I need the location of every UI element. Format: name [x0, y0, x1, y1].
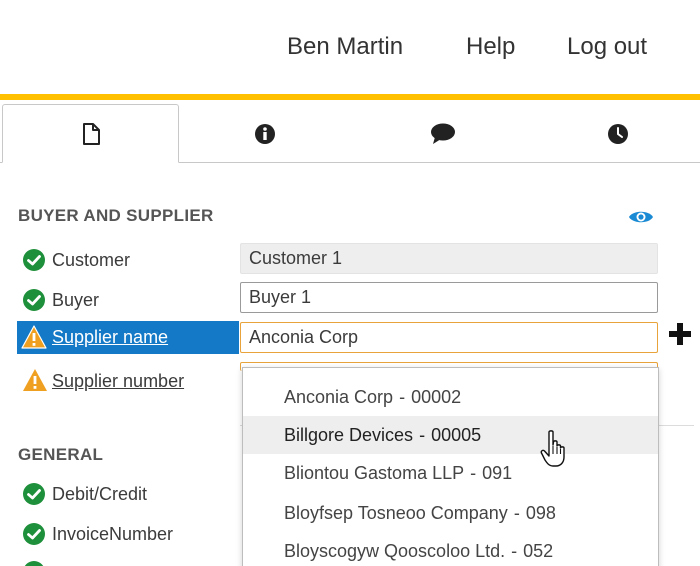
option-separator: -: [470, 463, 477, 483]
help-link[interactable]: Help: [466, 33, 515, 61]
accent-bar: [0, 94, 700, 100]
dropdown-option[interactable]: Bliontou Gastoma LLP -091: [243, 454, 658, 492]
option-name: Billgore Devices: [284, 425, 414, 445]
supplier-number-link[interactable]: Supplier number: [52, 371, 184, 392]
option-name: Bliontou Gastoma LLP: [284, 463, 465, 483]
option-number: 00002: [411, 387, 462, 407]
plus-icon: [669, 323, 691, 345]
tab-info[interactable]: [180, 104, 350, 163]
option-separator: -: [513, 503, 520, 523]
check-circle-icon: [23, 289, 45, 311]
buyer-field[interactable]: Buyer 1: [240, 282, 658, 313]
customer-label: Customer: [52, 250, 131, 270]
clock-icon: [607, 123, 628, 144]
invoice-number-label: InvoiceNumber: [52, 524, 174, 544]
check-circle-icon: [23, 483, 45, 505]
supplier-dropdown[interactable]: Anconia Corp -00002 Billgore Devices -0000…: [242, 367, 659, 566]
option-name: Anconia Corp: [284, 387, 394, 407]
supplier-name-row-highlight: Supplier name: [17, 321, 239, 354]
supplier-name-input[interactable]: Anconia Corp: [240, 322, 658, 353]
logout-link[interactable]: Log out: [567, 33, 647, 61]
add-supplier-button[interactable]: [668, 322, 692, 352]
customer-field: Customer 1: [240, 243, 658, 274]
tab-history[interactable]: [535, 104, 700, 163]
check-circle-icon: [23, 249, 45, 271]
option-number: 00005: [431, 425, 482, 445]
option-name: Bloyfsep Tosneoo Company: [284, 503, 508, 523]
option-number: 052: [523, 541, 554, 561]
option-number: 091: [482, 463, 513, 483]
option-name: Bloyscogyw Qooscoloo Ltd.: [284, 541, 506, 561]
warning-icon: [21, 325, 47, 349]
eye-icon[interactable]: [628, 208, 654, 226]
dropdown-option[interactable]: Bloyscogyw Qooscoloo Ltd. -052: [243, 532, 658, 566]
comment-icon: [430, 123, 455, 144]
section-title-buyer-supplier: BUYER AND SUPPLIER: [18, 206, 214, 225]
hand-pointer-icon: [540, 430, 565, 467]
document-icon: [82, 122, 100, 145]
tab-document[interactable]: [2, 104, 179, 163]
option-number: 098: [525, 503, 556, 523]
dropdown-option[interactable]: Anconia Corp -00002: [243, 378, 658, 416]
tab-comments[interactable]: [350, 104, 535, 163]
dropdown-option[interactable]: Bloyfsep Tosneoo Company -098: [243, 494, 658, 532]
section-title-general: GENERAL: [18, 445, 104, 464]
buyer-label: Buyer: [52, 290, 100, 310]
debit-credit-label: Debit/Credit: [52, 484, 148, 504]
top-bar: Ben Martin Help Log out: [0, 0, 700, 94]
info-icon: [255, 123, 275, 144]
user-name-link[interactable]: Ben Martin: [287, 33, 403, 61]
option-separator: -: [419, 425, 426, 445]
dropdown-option[interactable]: Billgore Devices -00005: [243, 416, 658, 454]
option-separator: -: [399, 387, 406, 407]
option-separator: -: [511, 541, 518, 561]
supplier-name-link[interactable]: Supplier name: [52, 327, 168, 348]
check-circle-icon: [23, 523, 45, 545]
warning-icon: [23, 369, 47, 391]
check-circle-icon: [24, 561, 44, 566]
